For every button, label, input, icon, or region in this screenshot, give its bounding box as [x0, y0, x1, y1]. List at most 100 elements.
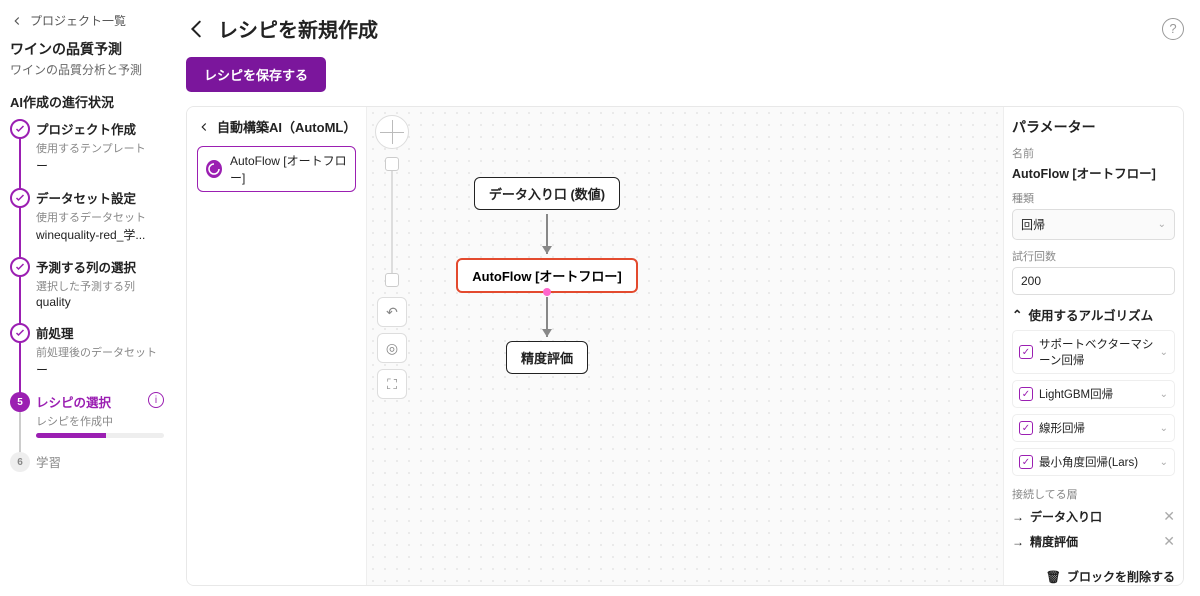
help-icon[interactable]: ?: [1162, 18, 1184, 40]
node-label: データ入り口 (数値): [489, 187, 605, 202]
chevron-down-icon: ⌄: [1160, 347, 1168, 358]
step-dataset[interactable]: データセット設定 使用するデータセット winequality-red_学...: [10, 188, 164, 257]
connection-name: 精度評価: [1030, 533, 1157, 550]
kind-select[interactable]: 回帰 ⌄: [1012, 209, 1175, 240]
algo-lightgbm[interactable]: ✓ LightGBM回帰 ⌄: [1012, 380, 1175, 408]
step-value: winequality-red_学...: [36, 226, 164, 243]
algo-label: LightGBM回帰: [1039, 386, 1154, 402]
main-header: レシピを新規作成 ?: [186, 14, 1184, 43]
save-recipe-button[interactable]: レシピを保存する: [186, 57, 326, 92]
workspace: 自動構築AI（AutoML） AutoFlow [オートフロー] ↶ ◎ ⛶ デ…: [186, 106, 1184, 586]
step-progress-bar: [36, 433, 164, 438]
node-evaluation[interactable]: 精度評価: [506, 341, 588, 374]
project-subtitle: ワインの品質分析と予測: [10, 61, 164, 78]
algorithms-heading: 使用するアルゴリズム: [1028, 305, 1153, 324]
connection-row: → 精度評価 ✕: [1012, 529, 1175, 554]
chevron-down-icon: ⌄: [1160, 389, 1168, 400]
step-value: ー: [36, 157, 164, 174]
edge: [546, 297, 548, 337]
back-label: プロジェクト一覧: [30, 12, 126, 29]
progress-steps: プロジェクト作成 使用するテンプレート ー データセット設定 使用するデータセッ…: [10, 119, 164, 485]
node-data-inlet[interactable]: データ入り口 (数値): [474, 177, 620, 210]
algo-lars[interactable]: ✓ 最小角度回帰(Lars) ⌄: [1012, 448, 1175, 476]
checkbox-checked-icon[interactable]: ✓: [1019, 387, 1033, 401]
palette-heading[interactable]: 自動構築AI（AutoML）: [197, 117, 356, 136]
palette-block-label: AutoFlow [オートフロー]: [230, 152, 347, 186]
step-sub: レシピを作成中: [36, 413, 164, 429]
checkbox-checked-icon[interactable]: ✓: [1019, 345, 1033, 359]
delete-label: ブロックを削除する: [1067, 568, 1175, 585]
back-to-projects[interactable]: プロジェクト一覧: [10, 12, 164, 29]
trials-label: 試行回数: [1012, 248, 1175, 264]
pan-wheel[interactable]: [375, 115, 409, 149]
step-title: レシピの選択: [36, 392, 164, 411]
step-recipe[interactable]: 5 i レシピの選択 レシピを作成中: [10, 392, 164, 452]
step-title: 学習: [36, 452, 164, 471]
step-title: 前処理: [36, 323, 164, 342]
progress-heading: AI作成の進行状況: [10, 92, 164, 111]
checkbox-checked-icon[interactable]: ✓: [1019, 421, 1033, 435]
algo-label: 線形回帰: [1039, 420, 1154, 436]
chevron-up-icon: ⌃: [1012, 307, 1022, 322]
algorithms-accordion[interactable]: ⌃ 使用するアルゴリズム: [1012, 305, 1175, 324]
connection-name: データ入り口: [1030, 508, 1157, 525]
trash-icon: 🗑: [1046, 570, 1061, 584]
step-value: quality: [36, 295, 164, 309]
arrow-right-icon: →: [1012, 510, 1024, 524]
check-icon: [10, 257, 30, 277]
trials-input[interactable]: 200: [1012, 267, 1175, 295]
flow-graph: データ入り口 (数値) AutoFlow [オートフロー] 精度評価: [437, 177, 657, 374]
sidebar: プロジェクト一覧 ワインの品質予測 ワインの品質分析と予測 AI作成の進行状況 …: [0, 0, 170, 596]
name-label: 名前: [1012, 145, 1175, 161]
algo-label: 最小角度回帰(Lars): [1039, 454, 1154, 470]
remove-connection-button[interactable]: ✕: [1163, 533, 1175, 550]
node-label: AutoFlow [オートフロー]: [472, 269, 621, 284]
flow-canvas[interactable]: ↶ ◎ ⛶ データ入り口 (数値) AutoFlow [オートフロー] 精度評価: [367, 107, 1003, 585]
edge: [546, 214, 548, 254]
delete-block-button[interactable]: 🗑 ブロックを削除する: [1012, 562, 1175, 585]
step-target-column[interactable]: 予測する列の選択 選択した予測する列 quality: [10, 257, 164, 323]
chevron-down-icon: ⌄: [1160, 423, 1168, 434]
connections-label: 接続してる層: [1012, 486, 1175, 502]
step-sub: 前処理後のデータセット: [36, 344, 164, 360]
node-autoflow[interactable]: AutoFlow [オートフロー]: [456, 258, 637, 293]
step-preprocess[interactable]: 前処理 前処理後のデータセット ー: [10, 323, 164, 392]
algo-linear[interactable]: ✓ 線形回帰 ⌄: [1012, 414, 1175, 442]
undo-button[interactable]: ↶: [377, 297, 407, 327]
check-icon: [10, 323, 30, 343]
zoom-slider[interactable]: [385, 157, 399, 287]
checkbox-checked-icon[interactable]: ✓: [1019, 455, 1033, 469]
palette-block-autoflow[interactable]: AutoFlow [オートフロー]: [197, 146, 356, 192]
node-label: 精度評価: [521, 351, 573, 366]
palette-heading-label: 自動構築AI（AutoML）: [217, 117, 356, 136]
remove-connection-button[interactable]: ✕: [1163, 508, 1175, 525]
back-arrow-icon[interactable]: [186, 18, 208, 40]
arrow-right-icon: →: [1012, 535, 1024, 549]
check-icon: [10, 119, 30, 139]
project-title: ワインの品質予測: [10, 39, 164, 59]
algo-label: サポートベクターマシーン回帰: [1039, 336, 1154, 368]
step-title: データセット設定: [36, 188, 164, 207]
kind-label: 種類: [1012, 190, 1175, 206]
step-train: 6 学習: [10, 452, 164, 485]
block-palette: 自動構築AI（AutoML） AutoFlow [オートフロー]: [187, 107, 367, 585]
chevron-down-icon: ⌄: [1158, 219, 1166, 230]
algo-svr[interactable]: ✓ サポートベクターマシーン回帰 ⌄: [1012, 330, 1175, 374]
arrow-left-icon: [197, 120, 211, 134]
kind-value: 回帰: [1021, 216, 1045, 233]
step-sub: 使用するデータセット: [36, 209, 164, 225]
fit-button[interactable]: ◎: [377, 333, 407, 363]
page-title: レシピを新規作成: [218, 14, 1152, 43]
canvas-tools: ↶ ◎ ⛶: [377, 297, 407, 399]
step-value: ー: [36, 361, 164, 378]
connection-row: → データ入り口 ✕: [1012, 504, 1175, 529]
step-title: 予測する列の選択: [36, 257, 164, 276]
step-project-create[interactable]: プロジェクト作成 使用するテンプレート ー: [10, 119, 164, 188]
info-icon[interactable]: i: [148, 392, 164, 408]
parameter-panel: パラメーター 名前 AutoFlow [オートフロー] 種類 回帰 ⌄ 試行回数…: [1003, 107, 1183, 585]
trials-value: 200: [1021, 274, 1041, 288]
output-port[interactable]: [543, 288, 551, 296]
chevron-down-icon: ⌄: [1160, 457, 1168, 468]
fullscreen-button[interactable]: ⛶: [377, 369, 407, 399]
step-sub: 選択した予測する列: [36, 278, 164, 294]
